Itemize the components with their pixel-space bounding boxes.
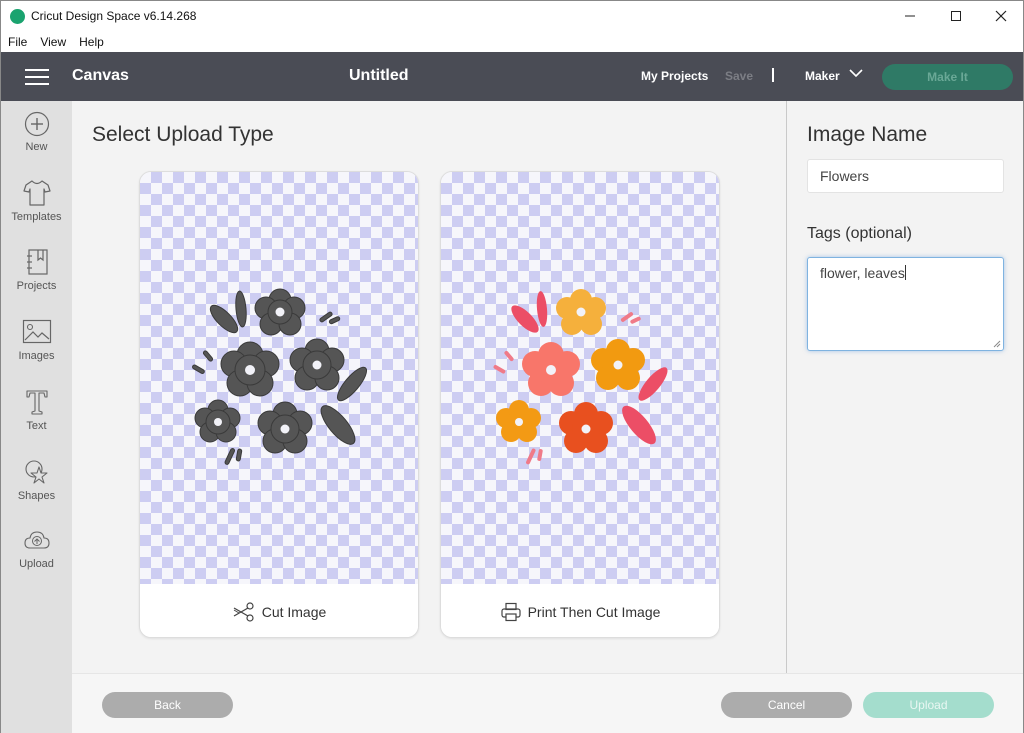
close-button[interactable] — [978, 1, 1024, 31]
my-projects-link[interactable]: My Projects — [641, 69, 708, 83]
printer-icon — [500, 602, 521, 621]
machine-selector[interactable]: Maker — [805, 69, 840, 83]
project-title[interactable]: Untitled — [349, 67, 409, 85]
sidebar-item-label: Upload — [19, 558, 54, 570]
menu-bar: File View Help — [1, 31, 1023, 52]
sidebar-item-label: Shapes — [17, 490, 56, 502]
text-t-icon — [25, 390, 48, 415]
sidebar-item-shapes[interactable]: Shapes — [1, 458, 72, 520]
resize-grip-icon[interactable] — [993, 340, 1001, 348]
sidebar-item-templates[interactable]: Templates — [1, 179, 72, 241]
save-button[interactable]: Save — [725, 69, 753, 83]
window-title: Cricut Design Space v6.14.268 — [31, 9, 197, 23]
sidebar-item-label: Text — [26, 420, 47, 432]
sidebar-item-projects[interactable]: Projects — [1, 248, 72, 310]
back-button[interactable]: Back — [102, 692, 233, 718]
notebook-icon — [26, 249, 48, 275]
chevron-down-icon[interactable] — [849, 68, 863, 78]
print-then-cut-footer[interactable]: Print Then Cut Image — [441, 584, 719, 637]
cut-image-footer[interactable]: Cut Image — [140, 584, 418, 637]
header-divider — [772, 68, 774, 82]
image-name-heading: Image Name — [807, 123, 928, 146]
print-then-cut-preview — [493, 289, 668, 465]
plus-circle-icon — [24, 111, 49, 137]
sidebar-item-text[interactable]: Text — [1, 388, 72, 450]
cut-image-option[interactable]: Cut Image — [139, 171, 419, 638]
menu-view[interactable]: View — [39, 31, 72, 52]
app-header: Canvas Untitled My Projects Save Maker M… — [1, 52, 1023, 101]
minimize-icon — [905, 15, 915, 17]
sidebar-item-images[interactable]: Images — [1, 318, 72, 380]
menu-help[interactable]: Help — [78, 31, 110, 52]
sidebar-item-label: New — [25, 141, 48, 153]
page-title: Select Upload Type — [92, 123, 274, 146]
title-bar: Cricut Design Space v6.14.268 — [1, 1, 1023, 31]
shapes-icon — [24, 460, 48, 484]
tags-value: flower, leaves — [820, 265, 905, 281]
cricut-app-icon — [10, 9, 25, 24]
section-title: Canvas — [72, 67, 129, 84]
cut-image-label: Cut Image — [261, 603, 327, 620]
tags-label: Tags (optional) — [807, 225, 912, 242]
cancel-button[interactable]: Cancel — [721, 692, 852, 718]
cloud-upload-icon — [23, 531, 50, 549]
image-name-input[interactable]: Flowers — [807, 159, 1004, 193]
image-details-panel: Image Name Flowers Tags (optional) flowe… — [786, 101, 1023, 673]
maximize-button[interactable] — [933, 1, 979, 31]
print-then-cut-label: Print Then Cut Image — [527, 603, 661, 620]
minimize-button[interactable] — [887, 1, 933, 31]
tshirt-icon — [22, 180, 51, 206]
close-icon — [995, 10, 1007, 22]
sidebar-item-upload[interactable]: Upload — [1, 528, 72, 590]
tags-textarea[interactable]: flower, leaves — [807, 257, 1004, 351]
sidebar-item-label: Images — [18, 350, 55, 362]
upload-type-panel: Select Upload Type Cut Image Print Then … — [72, 101, 786, 673]
sidebar: New Templates Projects Images Text Shape… — [1, 101, 72, 733]
menu-file[interactable]: File — [7, 31, 33, 52]
sidebar-item-label: Projects — [16, 280, 57, 292]
app-window: Cricut Design Space v6.14.268 File View … — [0, 0, 1024, 733]
cut-image-preview — [192, 288, 368, 465]
upload-button[interactable]: Upload — [863, 692, 994, 718]
sidebar-item-label: Templates — [11, 211, 62, 223]
make-it-button[interactable]: Make It — [882, 64, 1013, 90]
dialog-footer: Back Cancel Upload — [72, 673, 1023, 733]
scissors-icon — [233, 601, 254, 622]
sidebar-item-new[interactable]: New — [1, 111, 72, 173]
text-cursor — [904, 265, 906, 280]
maximize-icon — [951, 11, 961, 21]
hamburger-menu-icon[interactable] — [25, 69, 49, 85]
print-then-cut-option[interactable]: Print Then Cut Image — [440, 171, 720, 638]
image-icon — [22, 319, 51, 344]
